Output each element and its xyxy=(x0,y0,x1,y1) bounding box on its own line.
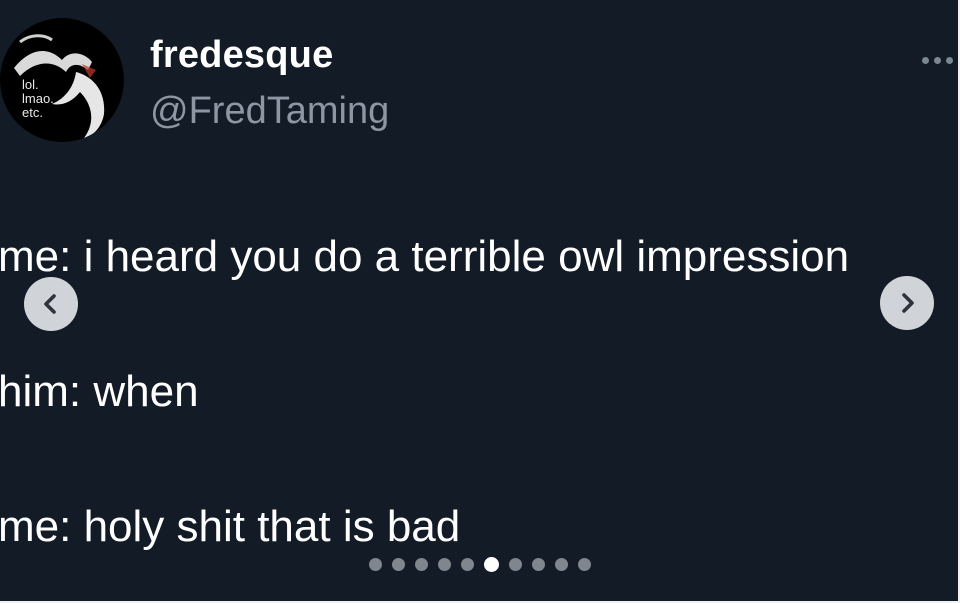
display-name[interactable]: fredesque xyxy=(150,34,333,77)
carousel-dot[interactable] xyxy=(369,558,382,571)
tweet-text-line: me: i heard you do a terrible owl impres… xyxy=(0,232,850,281)
carousel-dot[interactable] xyxy=(438,558,451,571)
tweet-card: lol. lmao. etc. fredesque @FredTaming me… xyxy=(0,0,960,603)
user-handle[interactable]: @FredTaming xyxy=(150,90,389,133)
avatar[interactable]: lol. lmao. etc. xyxy=(0,18,124,142)
carousel-pagination xyxy=(369,557,591,572)
chevron-right-icon xyxy=(902,293,914,313)
tweet-text-line: him: when xyxy=(0,367,199,416)
carousel-dot[interactable] xyxy=(578,558,591,571)
avatar-text-line: etc. xyxy=(22,105,43,120)
carousel-dot[interactable] xyxy=(392,558,405,571)
avatar-caption: lol. lmao. etc. xyxy=(22,78,54,120)
previous-button[interactable] xyxy=(24,277,78,331)
carousel-dot[interactable] xyxy=(532,558,545,571)
carousel-dot-active[interactable] xyxy=(484,557,499,572)
more-icon[interactable] xyxy=(922,52,958,68)
carousel-dot[interactable] xyxy=(509,558,522,571)
avatar-text-line: lol. xyxy=(22,77,39,92)
avatar-text-line: lmao. xyxy=(22,91,54,106)
next-button[interactable] xyxy=(880,276,934,330)
carousel-dot[interactable] xyxy=(461,558,474,571)
chevron-left-icon xyxy=(44,294,56,314)
avatar-art-icon xyxy=(14,34,105,138)
carousel-dot[interactable] xyxy=(555,558,568,571)
tweet-text-line: me: holy shit that is bad xyxy=(0,502,461,551)
carousel-dot[interactable] xyxy=(415,558,428,571)
